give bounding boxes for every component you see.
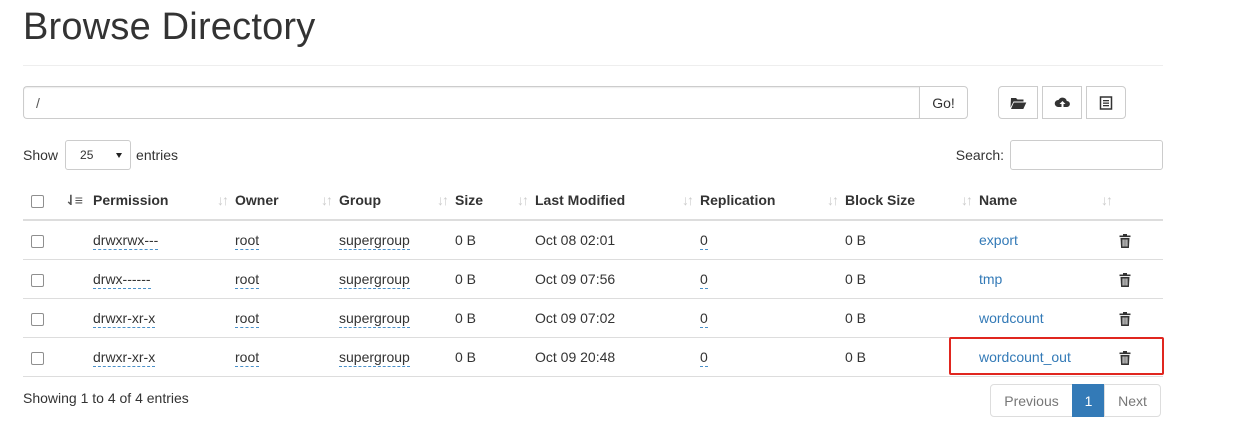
trash-icon[interactable] <box>1119 351 1131 366</box>
page-title: Browse Directory <box>23 6 316 48</box>
owner-cell[interactable]: root <box>235 349 260 367</box>
list-view-button[interactable] <box>1086 86 1126 119</box>
upload-button[interactable] <box>1042 86 1082 119</box>
path-input[interactable] <box>23 86 919 119</box>
name-link[interactable]: wordcount_out <box>979 349 1071 365</box>
search-label: Search: <box>955 147 1004 163</box>
block-size-cell: 0 B <box>845 298 979 338</box>
table-row: drwxr-xr-x root supergroup 0 B Oct 09 20… <box>23 337 1163 377</box>
row-order-column[interactable]: ⇃≡ <box>59 181 93 221</box>
group-cell[interactable]: supergroup <box>339 232 410 250</box>
size-cell: 0 B <box>455 298 535 338</box>
header-owner[interactable]: Owner ↓↑ <box>235 181 339 221</box>
entries-per-page-value: 25 <box>80 148 94 162</box>
group-cell[interactable]: supergroup <box>339 310 410 328</box>
show-label: Show <box>23 147 59 163</box>
header-permission[interactable]: Permission ↓↑ <box>93 181 235 221</box>
block-size-cell: 0 B <box>845 220 979 260</box>
replication-cell[interactable]: 0 <box>700 232 708 250</box>
table-header-row: ⇃≡ Permission ↓↑ Owner ↓↑ Group ↓↑ Size ↓↑ L… <box>23 181 1163 221</box>
cloud-upload-icon <box>1054 97 1070 109</box>
chevron-down-icon <box>116 153 123 158</box>
next-page-button[interactable]: Next <box>1104 384 1161 417</box>
header-last-modified[interactable]: Last Modified ↓↑ <box>535 181 700 221</box>
sort-icon: ↓↑ <box>827 192 839 208</box>
sort-icon: ↓↑ <box>321 192 333 208</box>
page-1-button[interactable]: 1 <box>1072 384 1105 417</box>
group-cell[interactable]: supergroup <box>339 271 410 289</box>
permission-cell[interactable]: drwxr-xr-x <box>93 349 156 367</box>
search-input[interactable] <box>1010 140 1163 170</box>
title-divider <box>23 65 1163 66</box>
trash-icon[interactable] <box>1119 273 1131 288</box>
name-link[interactable]: export <box>979 232 1018 248</box>
entries-length-control: Show 25 entries <box>23 140 178 170</box>
permission-cell[interactable]: drwxrwx--- <box>93 232 159 250</box>
header-group[interactable]: Group ↓↑ <box>339 181 455 221</box>
replication-cell[interactable]: 0 <box>700 271 708 289</box>
replication-cell[interactable]: 0 <box>700 310 708 328</box>
sort-icon: ↓↑ <box>217 192 229 208</box>
header-replication[interactable]: Replication ↓↑ <box>700 181 845 221</box>
table-info: Showing 1 to 4 of 4 entries <box>23 390 189 406</box>
row-checkbox[interactable] <box>31 234 44 248</box>
create-directory-button[interactable] <box>998 86 1038 119</box>
previous-page-button[interactable]: Previous <box>990 384 1073 417</box>
row-checkbox[interactable] <box>31 351 44 365</box>
name-link[interactable]: wordcount <box>979 310 1044 326</box>
modified-cell: Oct 09 07:02 <box>535 298 700 338</box>
row-checkbox[interactable] <box>31 312 44 326</box>
sort-asc-icon: ⇃≡ <box>65 192 83 208</box>
trash-icon[interactable] <box>1119 234 1131 249</box>
row-checkbox[interactable] <box>31 273 44 287</box>
directory-table: ⇃≡ Permission ↓↑ Owner ↓↑ Group ↓↑ Size ↓↑ L… <box>23 181 1163 377</box>
sort-icon: ↓↑ <box>1101 192 1113 208</box>
name-link[interactable]: tmp <box>979 271 1002 287</box>
group-cell[interactable]: supergroup <box>339 349 410 367</box>
size-cell: 0 B <box>455 337 535 377</box>
select-all-column <box>23 181 59 221</box>
select-all-checkbox[interactable] <box>31 194 44 208</box>
block-size-cell: 0 B <box>845 259 979 299</box>
table-row: drwxrwx--- root supergroup 0 B Oct 08 02… <box>23 220 1163 260</box>
go-button[interactable]: Go! <box>919 86 968 119</box>
sort-icon: ↓↑ <box>961 192 973 208</box>
actions-column <box>1119 181 1163 221</box>
modified-cell: Oct 09 20:48 <box>535 337 700 377</box>
header-block-size[interactable]: Block Size ↓↑ <box>845 181 979 221</box>
search-control: Search: <box>956 140 1163 170</box>
owner-cell[interactable]: root <box>235 232 260 250</box>
trash-icon[interactable] <box>1119 312 1131 327</box>
size-cell: 0 B <box>455 220 535 260</box>
path-bar: Go! <box>23 86 968 119</box>
table-row: drwx------ root supergroup 0 B Oct 09 07… <box>23 259 1163 299</box>
header-size[interactable]: Size ↓↑ <box>455 181 535 221</box>
permission-cell[interactable]: drwx------ <box>93 271 151 289</box>
modified-cell: Oct 08 02:01 <box>535 220 700 260</box>
list-icon <box>1099 95 1113 110</box>
entries-label: entries <box>136 147 179 163</box>
owner-cell[interactable]: root <box>235 271 260 289</box>
owner-cell[interactable]: root <box>235 310 260 328</box>
permission-cell[interactable]: drwxr-xr-x <box>93 310 156 328</box>
browse-directory-page: Browse Directory Go! Show 25 entries <box>0 0 1254 432</box>
pagination: Previous 1 Next <box>990 384 1161 417</box>
sort-icon: ↓↑ <box>682 192 694 208</box>
header-name[interactable]: Name ↓↑ <box>979 181 1119 221</box>
size-cell: 0 B <box>455 259 535 299</box>
sort-icon: ↓↑ <box>437 192 449 208</box>
entries-per-page-select[interactable]: 25 <box>65 140 132 170</box>
folder-open-icon <box>1010 97 1026 109</box>
block-size-cell: 0 B <box>845 337 979 377</box>
table-row: drwxr-xr-x root supergroup 0 B Oct 09 07… <box>23 298 1163 338</box>
sort-icon: ↓↑ <box>517 192 529 208</box>
modified-cell: Oct 09 07:56 <box>535 259 700 299</box>
replication-cell[interactable]: 0 <box>700 349 708 367</box>
